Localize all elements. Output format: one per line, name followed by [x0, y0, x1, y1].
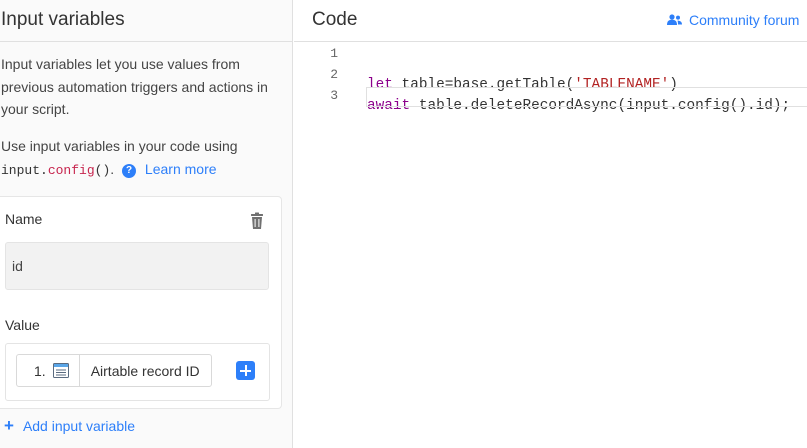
community-forum-link[interactable]: Community forum — [667, 12, 799, 28]
line-number: 3 — [330, 88, 338, 103]
line-number: 2 — [330, 67, 338, 82]
usage-hint: Use input variables in your code using i… — [1, 135, 286, 182]
code-config-fn: config — [47, 162, 95, 178]
community-forum-label: Community forum — [689, 12, 800, 28]
code-header: Code Community forum — [294, 0, 807, 42]
record-id-token[interactable]: 1. Airtable record ID — [16, 354, 212, 387]
question-circle-icon[interactable]: ? — [122, 163, 137, 178]
input-variables-header: Input variables — [0, 0, 293, 42]
active-line-highlight — [366, 87, 807, 107]
code-dot: . — [40, 162, 48, 178]
value-label: Value — [5, 317, 40, 333]
code-line: 1 let table=base.getTable('TABLENAME') — [294, 45, 807, 93]
add-value-button[interactable] — [236, 361, 255, 380]
code-input-obj: input — [1, 162, 41, 178]
usage-suffix: . — [110, 160, 115, 177]
plus-icon: + — [4, 416, 14, 435]
usage-code: input.config() — [1, 163, 110, 178]
input-variable-card: Name id Value 1. Airtable record ID — [0, 196, 282, 409]
input-variables-description: Input variables let you use values from … — [1, 56, 268, 117]
code-line-active[interactable]: 3 — [294, 87, 807, 109]
add-input-variable-label: Add input variable — [22, 418, 136, 434]
users-icon — [667, 14, 682, 25]
code-parens: () — [94, 162, 111, 178]
panel-title: Input variables — [1, 9, 125, 30]
variable-value-field[interactable]: 1. Airtable record ID — [5, 343, 270, 401]
name-label: Name — [5, 211, 43, 227]
code-title: Code — [312, 9, 358, 30]
usage-prefix: Use input variables in your code using — [1, 138, 238, 154]
trash-icon[interactable] — [250, 212, 264, 230]
code-editor[interactable]: 1 let table=base.getTable('TABLENAME') 2… — [294, 43, 807, 448]
token-label: Airtable record ID — [90, 362, 200, 379]
learn-more-link[interactable]: Learn more — [145, 161, 217, 177]
input-variables-panel: Input variables Input variables let you … — [0, 0, 293, 448]
add-input-variable-button[interactable]: + Add input variable — [4, 416, 136, 435]
code-line: 2 await table.deleteRecordAsync(input.co… — [294, 66, 807, 114]
variable-name-input[interactable]: id — [5, 242, 269, 290]
record-id-icon — [46, 355, 80, 386]
token-index: 1. — [34, 362, 46, 379]
line-number: 1 — [330, 46, 338, 61]
